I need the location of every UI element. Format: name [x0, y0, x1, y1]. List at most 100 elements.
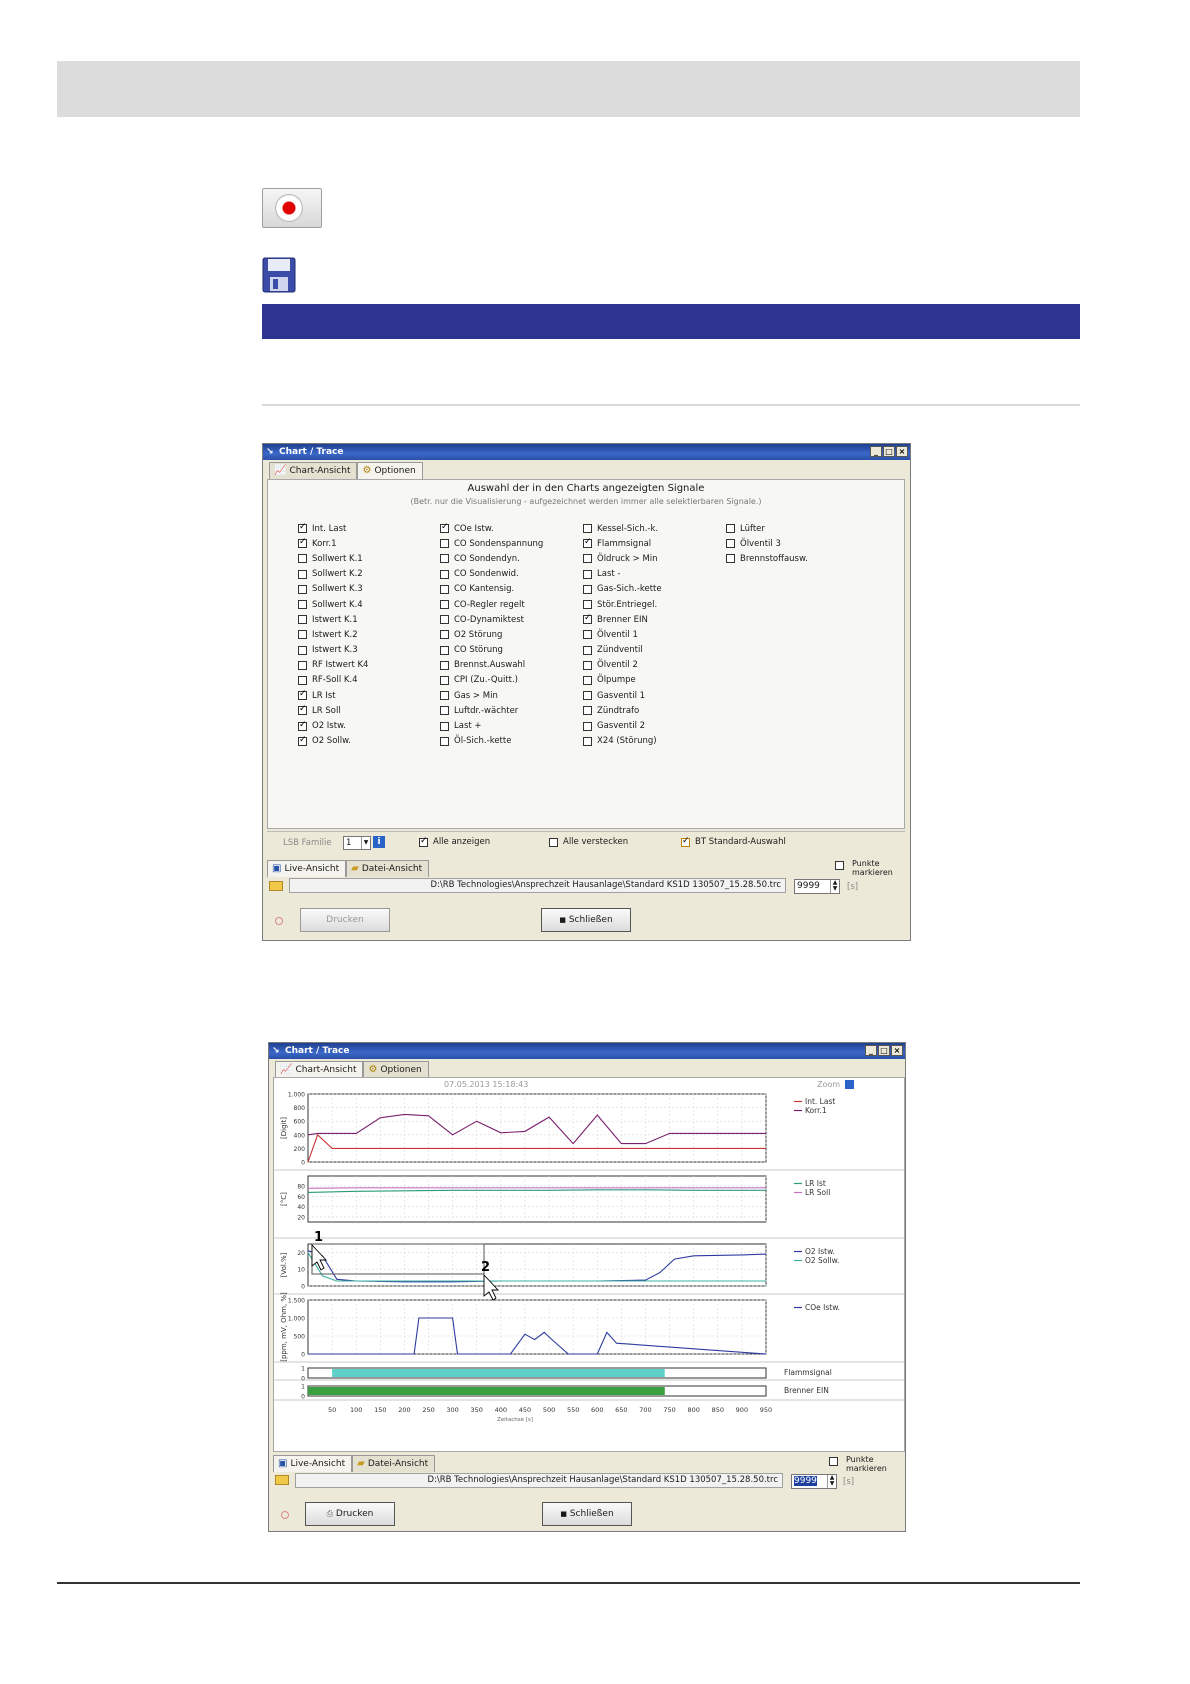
- checkbox[interactable]: [298, 689, 307, 701]
- signal-checkbox-row[interactable]: Luftdr.-wächter: [440, 703, 543, 718]
- minimize-button[interactable]: _: [865, 1045, 877, 1056]
- checkbox[interactable]: [583, 554, 592, 564]
- signal-checkbox-row[interactable]: Kessel-Sich.-k.: [583, 521, 662, 536]
- file-path-field[interactable]: D:\RB Technologies\Ansprechzeit Hausanla…: [295, 1473, 783, 1488]
- tab-live-view[interactable]: ▣ Live-Ansicht: [267, 860, 347, 877]
- duration-spinner[interactable]: 9999 ▲ ▼: [791, 1474, 837, 1489]
- tab-file-view[interactable]: ▰ Datei-Ansicht: [346, 860, 430, 877]
- signal-checkbox-row[interactable]: X24 (Störung): [583, 734, 662, 749]
- checkbox[interactable]: [583, 675, 592, 685]
- checkbox[interactable]: [298, 735, 307, 746]
- checkbox[interactable]: [298, 675, 307, 685]
- signal-checkbox-row[interactable]: LR Ist: [298, 688, 368, 703]
- signal-checkbox-row[interactable]: Int. Last: [298, 521, 368, 536]
- duration-spinner[interactable]: 9999 ▲ ▼: [794, 879, 840, 894]
- checkbox[interactable]: [298, 522, 307, 534]
- signal-checkbox-row[interactable]: Last +: [440, 718, 543, 733]
- bt-default-checkbox[interactable]: BT Standard-Auswahl: [681, 836, 786, 847]
- checkbox[interactable]: [583, 600, 592, 610]
- checkbox[interactable]: [440, 539, 449, 549]
- checkbox[interactable]: [298, 569, 307, 579]
- show-all-checkbox[interactable]: Alle anzeigen: [419, 836, 490, 847]
- signal-checkbox-row[interactable]: Gasventil 2: [583, 718, 662, 733]
- signal-checkbox-row[interactable]: Istwert K.2: [298, 627, 368, 642]
- signal-checkbox-row[interactable]: Korr.1: [298, 536, 368, 551]
- signal-checkbox-row[interactable]: Ölventil 1: [583, 627, 662, 642]
- checkbox[interactable]: [298, 660, 307, 670]
- trace-charts[interactable]: 07.05.2013 15:18:43 Zoom02004006008001.00…: [274, 1078, 904, 1451]
- signal-checkbox-row[interactable]: Sollwert K.3: [298, 582, 368, 597]
- checkbox[interactable]: [583, 584, 592, 594]
- signal-checkbox-row[interactable]: Brenner EIN: [583, 612, 662, 627]
- tab-options[interactable]: ⚙ Optionen: [357, 462, 423, 479]
- signal-checkbox-row[interactable]: CO-Dynamiktest: [440, 612, 543, 627]
- checkbox[interactable]: [583, 630, 592, 640]
- checkbox[interactable]: [583, 524, 592, 534]
- maximize-button[interactable]: □: [878, 1045, 890, 1056]
- mark-points-checkbox[interactable]: Punkte markieren: [829, 1455, 901, 1473]
- signal-checkbox-row[interactable]: Gas > Min: [440, 688, 543, 703]
- lsb-select[interactable]: 1 ▼: [343, 836, 371, 850]
- checkbox[interactable]: [298, 630, 307, 640]
- signal-checkbox-row[interactable]: Last -: [583, 567, 662, 582]
- checkbox[interactable]: [440, 675, 449, 685]
- checkbox[interactable]: [440, 660, 449, 670]
- signal-checkbox-row[interactable]: Ölventil 2: [583, 658, 662, 673]
- open-folder-icon[interactable]: [269, 881, 283, 891]
- hide-all-checkbox[interactable]: Alle verstecken: [549, 837, 628, 847]
- signal-checkbox-row[interactable]: Istwert K.3: [298, 643, 368, 658]
- tab-live-view[interactable]: ▣ Live-Ansicht: [273, 1455, 353, 1472]
- save-icon[interactable]: [262, 257, 296, 293]
- close-button[interactable]: ■ Schließen: [542, 1502, 632, 1526]
- record-button[interactable]: [262, 188, 322, 228]
- signal-checkbox-row[interactable]: O2 Störung: [440, 627, 543, 642]
- checkbox[interactable]: [583, 660, 592, 670]
- checkbox[interactable]: [726, 554, 735, 564]
- signal-checkbox-row[interactable]: Sollwert K.2: [298, 567, 368, 582]
- signal-checkbox-row[interactable]: Lüfter: [726, 521, 808, 536]
- checkbox[interactable]: [583, 613, 592, 625]
- signal-checkbox-row[interactable]: Gas-Sich.-kette: [583, 582, 662, 597]
- checkbox[interactable]: [583, 691, 592, 701]
- checkbox[interactable]: [419, 836, 428, 847]
- close-window-button[interactable]: ×: [896, 446, 908, 457]
- checkbox[interactable]: [298, 600, 307, 610]
- print-button[interactable]: ⎙ Drucken: [305, 1502, 395, 1526]
- checkbox[interactable]: [583, 721, 592, 731]
- checkbox[interactable]: [440, 600, 449, 610]
- info-icon[interactable]: i: [373, 836, 385, 848]
- chart-area[interactable]: 07.05.2013 15:18:43 Zoom 0 200 400 600 800 1.00…: [273, 1077, 905, 1452]
- signal-checkbox-row[interactable]: Sollwert K.1: [298, 551, 368, 566]
- tab-options[interactable]: ⚙ Optionen: [363, 1061, 429, 1078]
- checkbox[interactable]: [298, 537, 307, 549]
- signal-checkbox-row[interactable]: CO Kantensig.: [440, 582, 543, 597]
- signal-checkbox-row[interactable]: Sollwert K.4: [298, 597, 368, 612]
- checkbox[interactable]: [583, 537, 592, 549]
- signal-checkbox-row[interactable]: RF-Soll K.4: [298, 673, 368, 688]
- signal-checkbox-row[interactable]: Brennst.Auswahl: [440, 658, 543, 673]
- checkbox[interactable]: [583, 569, 592, 579]
- signal-checkbox-row[interactable]: LR Soll: [298, 703, 368, 718]
- signal-checkbox-row[interactable]: RF Istwert K4: [298, 658, 368, 673]
- checkbox[interactable]: [298, 704, 307, 716]
- checkbox[interactable]: [440, 721, 449, 731]
- signal-checkbox-row[interactable]: CO-Regler regelt: [440, 597, 543, 612]
- tab-file-view[interactable]: ▰ Datei-Ansicht: [352, 1455, 436, 1472]
- checkbox[interactable]: [583, 645, 592, 655]
- maximize-button[interactable]: □: [883, 446, 895, 457]
- signal-checkbox-row[interactable]: Brennstoffausw.: [726, 551, 808, 566]
- signal-checkbox-row[interactable]: CO Sondendyn.: [440, 551, 543, 566]
- checkbox[interactable]: [298, 615, 307, 625]
- signal-checkbox-row[interactable]: Zündtrafo: [583, 703, 662, 718]
- signal-checkbox-row[interactable]: CO Sondenwid.: [440, 567, 543, 582]
- checkbox[interactable]: [440, 691, 449, 701]
- signal-checkbox-row[interactable]: COe Istw.: [440, 521, 543, 536]
- spinner-arrows-icon[interactable]: ▲ ▼: [830, 880, 839, 893]
- checkbox[interactable]: [440, 554, 449, 564]
- checkbox[interactable]: [549, 837, 558, 847]
- checkbox[interactable]: [583, 736, 592, 746]
- checkbox[interactable]: [829, 1457, 838, 1466]
- close-button[interactable]: ■ Schließen: [541, 908, 631, 932]
- signal-checkbox-row[interactable]: CPI (Zu.-Quitt.): [440, 673, 543, 688]
- minimize-button[interactable]: _: [870, 446, 882, 457]
